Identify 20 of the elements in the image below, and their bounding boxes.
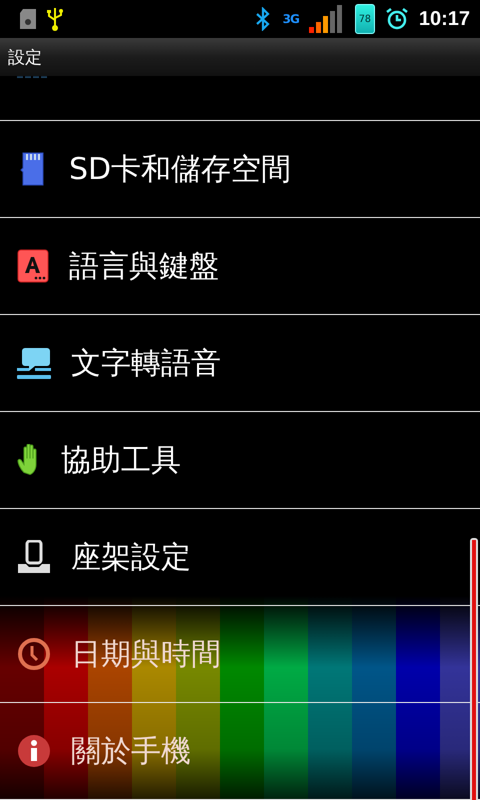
battery-level: 78 <box>354 4 375 34</box>
alarm-clock-icon <box>384 7 409 31</box>
setting-item[interactable]: 關於手機 <box>71 730 191 772</box>
phone-dock-icon <box>17 540 51 574</box>
screen-title: 設定 <box>8 46 42 68</box>
info-icon <box>17 734 51 768</box>
network-type: 3G <box>282 13 299 25</box>
setting-item[interactable]: 文字轉語音 <box>71 342 221 384</box>
sd-card-icon <box>20 9 36 29</box>
speech-bubble-icon <box>17 346 51 380</box>
letter-a-icon <box>17 249 49 283</box>
setting-item[interactable]: 座架設定 <box>71 536 191 578</box>
setting-item[interactable]: 日期與時間 <box>71 634 221 674</box>
signal-icon <box>308 5 345 33</box>
setting-item[interactable]: 協助工具 <box>61 440 181 480</box>
setting-item[interactable]: 語言與鍵盤 <box>69 246 219 286</box>
setting-item[interactable]: SD卡和儲存空間 <box>69 148 292 190</box>
clock-icon <box>17 637 51 671</box>
usb-icon <box>46 6 64 32</box>
clock-time: 10:17 <box>418 8 470 30</box>
